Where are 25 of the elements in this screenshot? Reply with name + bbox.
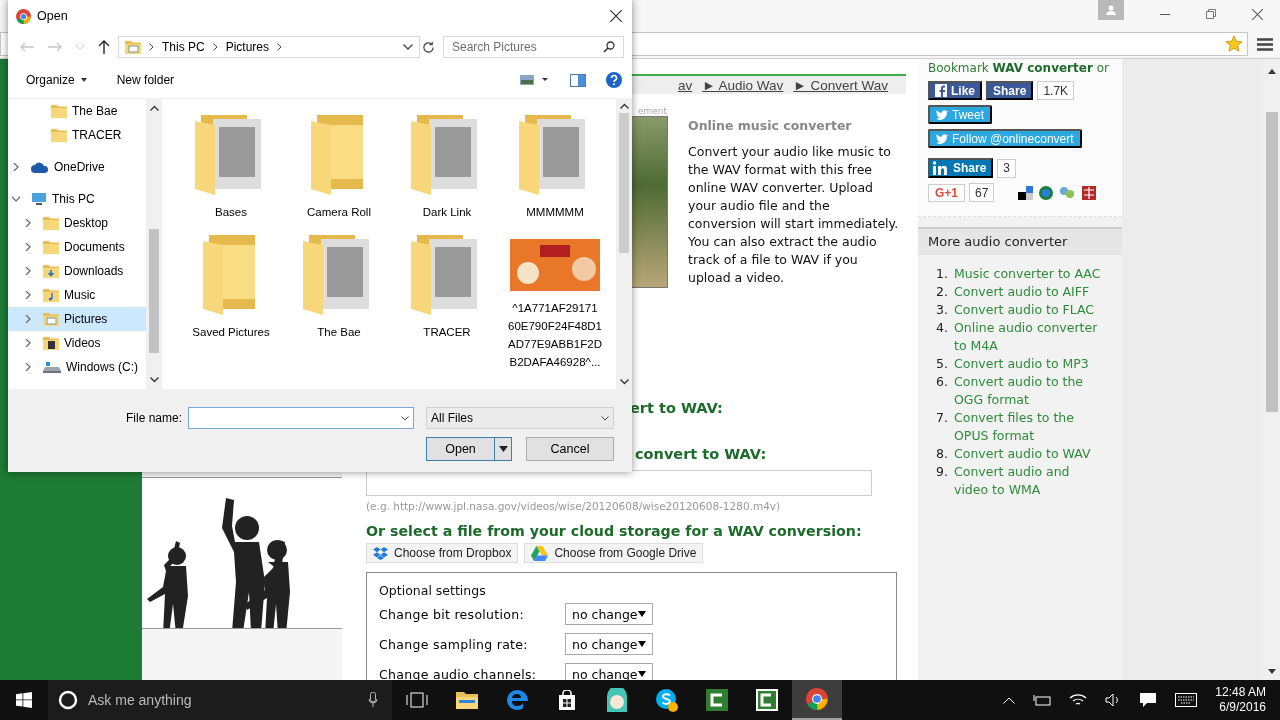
list-number: 7. <box>936 409 949 427</box>
sidebar-heading: More audio converter <box>918 227 1122 255</box>
section-title: Online music converter <box>688 118 853 133</box>
share-count: 1.7K <box>1037 81 1075 100</box>
list-number: 2. <box>936 283 949 301</box>
list-number: 5. <box>936 355 949 373</box>
url-hint-text: (e.g. http://www.jpl.nasa.gov/videos/wise/20120608/wise20120608-1280.m4v) <box>366 500 782 512</box>
field-label: File name: <box>125 411 182 425</box>
list-number: 1. <box>936 265 949 283</box>
advertisement-label: ement <box>638 106 669 116</box>
description-paragraph: Convert your audio like music to the WAV format with this free online WAV converter. Upload your audio file and the conversion will start immediately. You can also extract the audio track of a file to WAV if you upload a video. <box>688 143 900 287</box>
bookmark-text: Bookmark WAV converter or <box>928 60 1109 76</box>
list-number: 4. <box>936 319 949 337</box>
dialog-title: Open <box>37 9 68 23</box>
share-count: 3 <box>997 158 1017 178</box>
section-heading: convert to WAV: <box>635 445 768 463</box>
list-number: 9. <box>936 463 949 481</box>
list-number: 8. <box>936 445 949 463</box>
section-heading: Or select a file from your cloud storage for a WAV conversion: <box>366 522 863 540</box>
setting-label: Change bit resolution: <box>379 606 525 622</box>
list-number: 3. <box>936 301 949 319</box>
panel-title: Optional settings <box>379 583 487 598</box>
setting-label: Change sampling rate: <box>379 636 529 652</box>
list-number: 6. <box>936 373 949 391</box>
share-count: 67 <box>969 183 995 202</box>
